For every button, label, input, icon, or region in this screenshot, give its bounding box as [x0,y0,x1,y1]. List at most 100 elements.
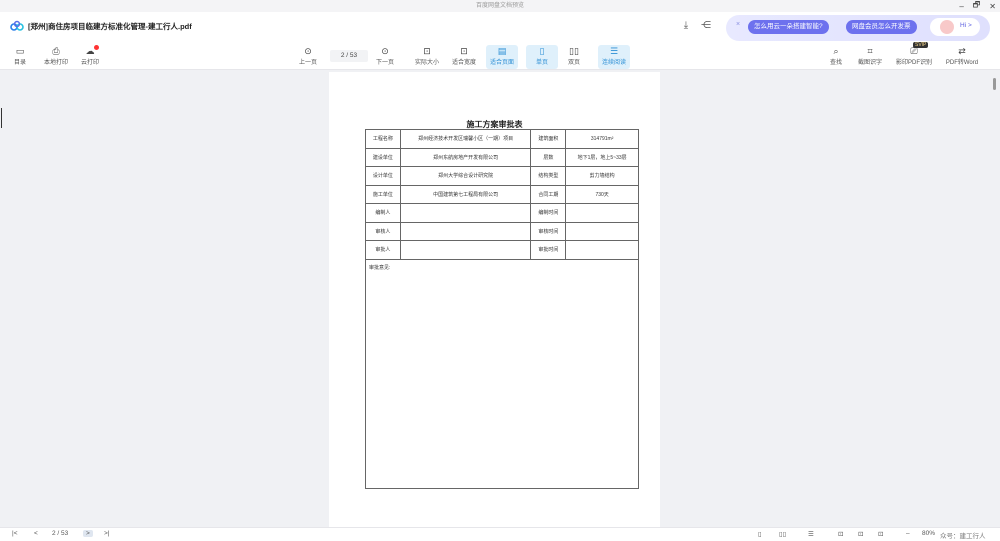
scan-pdf-ocr-label: 影印PDF识别 [895,60,932,66]
table-value-cell [565,240,639,260]
table-label-cell: 审核时间 [530,221,567,241]
assistant-label: Hi > [960,22,972,29]
page-number-input[interactable]: 2 / 53 [330,50,368,62]
prev-page-button[interactable]: ⊙ 上一页 [292,45,324,69]
continuous-read-icon: ☰ [609,46,619,56]
screenshot-ocr-button[interactable]: ⌗ 截图识字 [854,45,886,69]
table-row: 设计单位 郑州大学综合设计研究院 结构类型 剪力墙结构 [365,166,639,186]
left-edge-marker [1,108,2,128]
document-page: 施工方案审批表 工程名称 郑州经济技术开发区瑞馨小区（一期）项目 建筑面积 31479… [329,72,660,527]
download-icon[interactable]: ⤓ [680,20,692,32]
notification-dot [94,45,99,50]
next-page-small-button[interactable]: > [83,530,93,537]
table-value-cell: 郑州东航房地产开发有限公司 [399,147,532,167]
table-row: 建设单位 郑州东航房地产开发有限公司 层数 地下1层，地上5~33层 [365,147,639,167]
close-button[interactable]: ✕ [989,2,996,11]
single-page-button[interactable]: ▯ 单页 [526,45,558,69]
fit-width-icon: ⊡ [460,46,468,56]
search-icon: ⌕ [833,46,839,56]
cloud-print-icon: ☁ [85,46,95,56]
actual-size-label: 实际大小 [414,60,439,66]
prev-page-small-button[interactable]: < [34,530,38,537]
local-print-button[interactable]: ⎙ 本地打印 [40,45,72,69]
table-value-cell [565,221,639,241]
zoom-out-button[interactable]: – [906,530,910,537]
toc-label: 目录 [13,60,26,66]
fit-page-icon: ▤ [497,46,507,56]
minimize-button[interactable]: – [959,2,963,11]
double-page-label: 双页 [567,60,580,66]
table-label-cell: 结构类型 [530,166,567,186]
table-label-cell: 工程名称 [365,129,401,149]
table-value-cell: 314791m² [565,129,639,149]
single-page-label: 单页 [535,60,548,66]
table-value-cell: 剪力墙结构 [565,166,639,186]
promo-pill-1[interactable]: 怎么用云一朵搭建智能? [748,20,829,34]
next-page-icon: ⊙ [381,46,389,56]
watermark-text: 众号：建工行人 [940,533,986,540]
local-print-label: 本地打印 [43,60,68,66]
find-label: 查找 [829,60,842,66]
table-label-cell: 施工单位 [365,184,401,204]
share-icon[interactable]: ⋲ [700,20,712,32]
table-row: 审核人 审核时间 [365,221,639,241]
cloud-print-button[interactable]: ☁ 云打印 [74,45,106,69]
promo-close-icon[interactable]: × [736,21,740,28]
table-row: 施工单位 中国建筑第七工程局有限公司 合同工期 730天 [365,184,639,204]
cloud-print-label: 云打印 [80,60,99,66]
single-page-icon: ▯ [539,46,545,56]
double-page-button[interactable]: ▯▯ 双页 [558,45,590,69]
screenshot-ocr-label: 截图识字 [857,60,882,66]
double-page-icon: ▯▯ [569,46,579,56]
table-value-cell [399,221,532,241]
continuous-read-label: 连续阅读 [601,60,626,66]
table-label-cell: 合同工期 [530,184,567,204]
zoom-level[interactable]: 80% [922,530,935,537]
toc-button[interactable]: ▭ 目录 [4,45,36,69]
table-label-cell: 审核人 [365,221,401,241]
pdf-to-word-button[interactable]: ⇄ PDF转Word [942,45,982,69]
fit-width-button[interactable]: ⊡ 适合宽度 [448,45,480,69]
first-page-button[interactable]: |< [12,530,17,537]
footer-page-indicator[interactable]: 2 / 53 [52,530,68,537]
next-page-button[interactable]: ⊙ 下一页 [369,45,401,69]
table-row: 编制人 编制时间 [365,203,639,223]
fit-page-button[interactable]: ▤ 适合页面 [486,45,518,69]
convert-icon: ⇄ [958,46,966,56]
table-value-cell [399,203,532,223]
printer-icon: ⎙ [52,46,60,56]
actual-size-icon: ⊡ [423,46,431,56]
last-page-button[interactable]: >| [104,530,109,537]
actual-size-button[interactable]: ⊡ 实际大小 [411,45,443,69]
promo-pill-2[interactable]: 网盘会员怎么开发票 [846,20,917,34]
table-label-cell: 审批人 [365,240,401,260]
approval-opinion-cell: 审批意见: [365,258,639,489]
table-value-cell: 730天 [565,184,639,204]
find-button[interactable]: ⌕ 查找 [820,45,852,69]
window-title: 百度网盘文档预览 [0,0,1000,12]
single-view-icon[interactable]: ▯ [758,530,762,538]
actual-size-small-icon[interactable]: ⊡ [838,530,843,538]
continuous-read-button[interactable]: ☰ 连续阅读 [598,45,630,69]
continuous-view-icon[interactable]: ☰ [808,530,814,538]
file-title: [郑州]商住房项目临建方标准化管理-建工行人.pdf [28,22,192,31]
table-row: 工程名称 郑州经济技术开发区瑞馨小区（一期）项目 建筑面积 314791m² [365,129,639,149]
double-view-icon[interactable]: ▯▯ [779,530,786,538]
table-label-cell: 建筑面积 [530,129,567,149]
header-bar: [郑州]商住房项目临建方标准化管理-建工行人.pdf ⤓ ⋲ × 怎么用云一朵搭… [0,12,1000,42]
fit-page-label: 适合页面 [489,60,514,66]
table-value-cell [565,203,639,223]
prev-page-label: 上一页 [298,60,317,66]
approval-table: 工程名称 郑州经济技术开发区瑞馨小区（一期）项目 建筑面积 314791m² 建设单位郑… [365,129,639,489]
table-label-cell: 审批时间 [530,240,567,260]
scrollbar-thumb[interactable] [993,78,996,90]
fit-width-small-icon[interactable]: ⊡ [858,530,863,538]
screenshot-ocr-icon: ⌗ [867,46,873,56]
table-label-cell: 编制人 [365,203,401,223]
fit-page-small-icon[interactable]: ⊡ [878,530,883,538]
scan-pdf-ocr-button[interactable]: ⎚ 影印PDF识别 [894,45,934,69]
assistant-button[interactable] [930,18,980,36]
status-bar: |< < 2 / 53 > >| ▯ ▯▯ ☰ ⊡ ⊡ ⊡ – 80% 众号：建… [0,527,1000,541]
table-label-cell: 层数 [530,147,567,167]
svip-badge: SVIP [913,42,929,48]
